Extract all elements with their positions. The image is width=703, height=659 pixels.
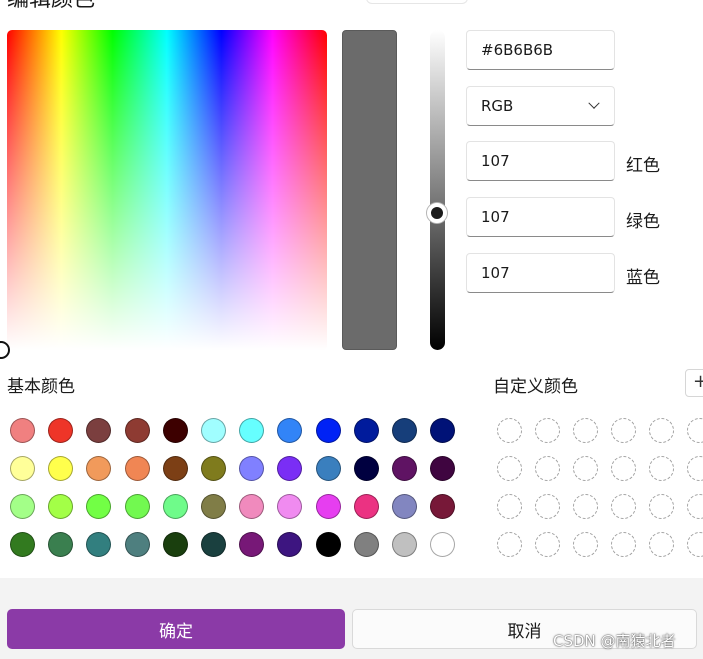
color-mode-dropdown[interactable]: RGB xyxy=(466,86,615,126)
basic-color-swatch[interactable] xyxy=(124,456,150,481)
basic-color-swatch[interactable] xyxy=(392,532,417,557)
custom-color-slot[interactable] xyxy=(497,418,522,443)
custom-color-slot[interactable] xyxy=(649,418,674,443)
basic-color-swatch[interactable] xyxy=(277,456,303,481)
basic-color-swatch[interactable] xyxy=(239,456,265,481)
basic-color-swatch[interactable] xyxy=(48,418,74,443)
custom-color-slot[interactable] xyxy=(535,532,560,557)
basic-color-swatch[interactable] xyxy=(10,532,35,557)
basic-color-swatch[interactable] xyxy=(86,494,112,519)
custom-color-slot[interactable] xyxy=(611,456,636,481)
custom-color-slot[interactable] xyxy=(611,418,636,443)
basic-color-swatch[interactable] xyxy=(430,494,456,519)
basic-color-swatch[interactable] xyxy=(239,418,265,443)
value-slider[interactable] xyxy=(430,30,445,350)
basic-color-swatch[interactable] xyxy=(277,418,303,443)
color-preview xyxy=(342,30,397,350)
dialog-title: 编辑颜色 xyxy=(7,0,95,14)
basic-color-swatch[interactable] xyxy=(86,418,112,443)
basic-color-swatch[interactable] xyxy=(315,532,341,557)
hex-value: #6B6B6B xyxy=(481,41,554,59)
custom-color-slot[interactable] xyxy=(497,494,522,519)
custom-color-slot[interactable] xyxy=(535,494,560,519)
basic-color-swatch[interactable] xyxy=(239,494,265,519)
ok-button[interactable]: 确定 xyxy=(7,609,345,649)
custom-color-slot[interactable] xyxy=(687,456,703,481)
basic-color-swatch[interactable] xyxy=(430,418,456,443)
value-slider-thumb[interactable] xyxy=(427,203,447,223)
add-custom-color-button[interactable]: + xyxy=(685,369,703,397)
basic-color-swatch[interactable] xyxy=(10,418,35,443)
basic-color-swatch[interactable] xyxy=(86,456,112,481)
basic-color-swatch[interactable] xyxy=(201,418,226,443)
basic-color-swatch[interactable] xyxy=(10,494,35,519)
custom-color-slot[interactable] xyxy=(649,532,674,557)
basic-color-swatch[interactable] xyxy=(201,456,226,481)
watermark: CSDN @南猿北者 xyxy=(553,632,676,650)
custom-color-slot[interactable] xyxy=(687,532,703,557)
basic-color-swatch[interactable] xyxy=(430,532,456,557)
basic-color-swatch[interactable] xyxy=(392,418,417,443)
green-value: 107 xyxy=(481,208,510,226)
basic-color-swatch[interactable] xyxy=(430,456,456,481)
color-mode-value: RGB xyxy=(481,97,514,115)
blue-value: 107 xyxy=(481,264,510,282)
custom-color-slot[interactable] xyxy=(497,456,522,481)
top-tab xyxy=(366,0,468,4)
basic-color-swatch[interactable] xyxy=(392,494,417,519)
custom-color-slot[interactable] xyxy=(687,418,703,443)
red-input[interactable]: 107 xyxy=(466,141,615,181)
custom-color-slot[interactable] xyxy=(611,494,636,519)
custom-color-slot[interactable] xyxy=(535,456,560,481)
basic-color-swatch[interactable] xyxy=(353,494,379,519)
basic-color-swatch[interactable] xyxy=(315,494,341,519)
basic-color-swatch[interactable] xyxy=(353,456,379,481)
custom-color-slot[interactable] xyxy=(611,532,636,557)
basic-color-swatch[interactable] xyxy=(239,532,265,557)
custom-color-slot[interactable] xyxy=(573,456,598,481)
basic-color-swatch[interactable] xyxy=(48,532,74,557)
basic-color-swatch[interactable] xyxy=(201,494,226,519)
basic-color-swatch[interactable] xyxy=(124,418,150,443)
basic-color-swatch[interactable] xyxy=(124,532,150,557)
custom-colors-label: 自定义颜色 xyxy=(493,377,578,397)
custom-color-slot[interactable] xyxy=(687,494,703,519)
custom-color-slot[interactable] xyxy=(535,418,560,443)
basic-color-swatch[interactable] xyxy=(86,532,112,557)
green-label: 绿色 xyxy=(626,212,660,232)
basic-color-swatch[interactable] xyxy=(48,494,74,519)
basic-color-swatch[interactable] xyxy=(10,456,35,481)
basic-color-swatch[interactable] xyxy=(162,418,188,443)
basic-color-swatch[interactable] xyxy=(277,494,303,519)
hex-input[interactable]: #6B6B6B xyxy=(466,30,615,70)
basic-color-swatch[interactable] xyxy=(124,494,150,519)
basic-color-swatch[interactable] xyxy=(162,532,188,557)
custom-color-slot[interactable] xyxy=(573,494,598,519)
blue-input[interactable]: 107 xyxy=(466,253,615,293)
basic-color-swatch[interactable] xyxy=(315,456,341,481)
basic-color-swatch[interactable] xyxy=(48,456,74,481)
red-value: 107 xyxy=(481,152,510,170)
green-input[interactable]: 107 xyxy=(466,197,615,237)
basic-colors-label: 基本颜色 xyxy=(7,377,75,397)
blue-label: 蓝色 xyxy=(626,268,660,288)
basic-color-swatch[interactable] xyxy=(201,532,226,557)
basic-color-swatch[interactable] xyxy=(162,494,188,519)
custom-color-slot[interactable] xyxy=(573,418,598,443)
basic-color-swatch[interactable] xyxy=(353,418,379,443)
red-label: 红色 xyxy=(626,156,660,176)
edit-color-panel: 编辑颜色 #6B6B6B RGB 107 红色 107 绿色 107 蓝色 基本… xyxy=(0,0,703,578)
basic-color-swatch[interactable] xyxy=(162,456,188,481)
custom-color-slot[interactable] xyxy=(573,532,598,557)
color-spectrum[interactable] xyxy=(7,30,327,350)
basic-color-swatch[interactable] xyxy=(392,456,417,481)
chevron-down-icon xyxy=(588,97,600,109)
basic-color-swatch[interactable] xyxy=(353,532,379,557)
basic-color-swatch[interactable] xyxy=(277,532,303,557)
custom-color-slot[interactable] xyxy=(497,532,522,557)
basic-color-swatch[interactable] xyxy=(315,418,341,443)
custom-color-slot[interactable] xyxy=(649,456,674,481)
custom-color-slot[interactable] xyxy=(649,494,674,519)
